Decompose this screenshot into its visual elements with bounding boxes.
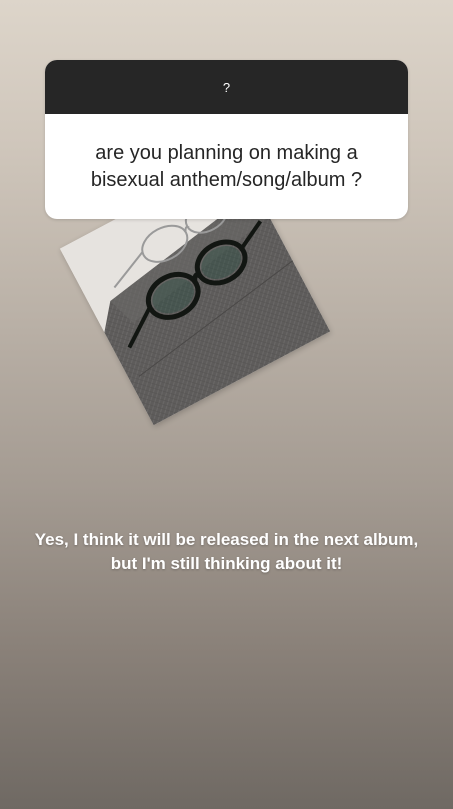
answer-text: Yes, I think it will be released in the … (34, 530, 419, 573)
question-sticker-body: are you planning on making a bisexual an… (45, 114, 408, 219)
question-mark-label: ? (222, 79, 231, 95)
question-sticker[interactable]: ? are you planning on making a bisexual … (45, 60, 408, 219)
question-sticker-header: ? (45, 60, 408, 114)
question-text: are you planning on making a bisexual an… (90, 141, 363, 191)
